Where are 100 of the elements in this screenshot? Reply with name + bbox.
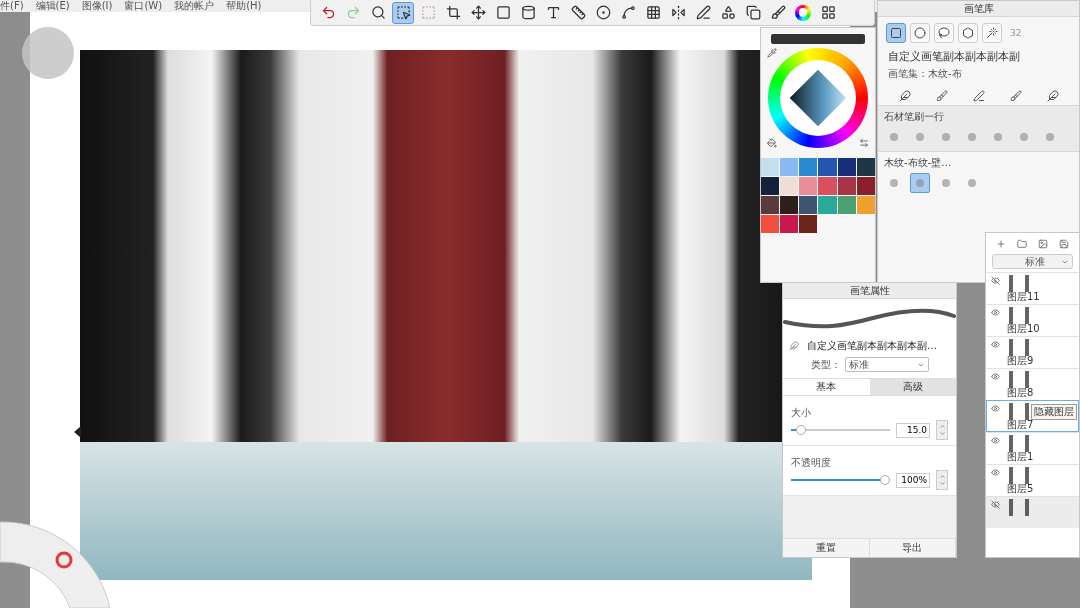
color-swatch[interactable] [856,196,875,214]
layer-row[interactable]: 图层9 [986,336,1079,368]
swap-icon[interactable] [859,138,869,148]
menu-item[interactable]: 件(F) [0,0,24,12]
slider-thumb[interactable] [796,425,807,435]
eye-off-icon[interactable] [991,276,1000,285]
color-swatch[interactable] [799,158,818,176]
copy-icon [745,5,761,20]
color-swatch[interactable] [780,177,799,195]
layer-name: 图层11 [1007,291,1040,302]
value-field[interactable]: 100% [896,472,930,488]
tab[interactable]: 高级 [869,379,956,395]
selection-button[interactable] [392,1,414,24]
color-swatch[interactable] [761,177,780,195]
layer-row[interactable]: 图层7 隐藏图层 [986,400,1079,432]
brush-icon[interactable] [1009,90,1022,102]
layer-row[interactable]: 图层11 [986,272,1079,304]
ellipse-icon [595,5,611,20]
brush-set-title: 木纹-布纹-壁… [884,156,953,170]
grid-icon [645,5,661,20]
layer-thumbnail [1009,371,1029,388]
color-swatch[interactable] [856,158,875,176]
rectangle-select-tool[interactable] [886,23,906,43]
undo-icon [320,5,336,20]
color-swatch[interactable] [780,158,799,176]
color-swatch[interactable] [761,196,780,214]
panel-title: 画笔库 [878,1,1079,17]
menu-item[interactable]: 图像(I) [81,0,113,12]
value-field[interactable]: 15.0 [896,422,930,438]
grid-squares-icon [820,5,836,20]
folder-icon[interactable] [1016,239,1027,249]
tab[interactable]: 基本 [783,379,870,395]
eye-off-icon[interactable] [991,500,1000,509]
bucket-icon[interactable] [767,138,777,148]
blend-dropdown[interactable]: 标准 [992,254,1073,269]
color-swatch[interactable] [761,215,780,233]
color-swatch[interactable] [780,215,799,233]
pen-icon[interactable] [1046,90,1059,102]
type-dropdown[interactable]: 标准 [845,357,929,372]
symmetry-icon [670,5,686,20]
square-icon [495,5,511,20]
selection-icon [395,5,411,20]
slider-thumb[interactable] [880,475,890,485]
eye-icon[interactable] [991,372,1000,381]
menu-item[interactable]: 我的帐户 [174,0,215,12]
layer-thumbnail [1009,275,1029,292]
add-icon[interactable] [995,239,1006,249]
eye-icon[interactable] [991,308,1000,317]
eye-icon[interactable] [991,340,1000,349]
brush-icon [789,341,799,351]
menu-item[interactable]: 帮助(H) [226,0,262,12]
layer-name: 图层8 [1007,387,1034,398]
panel-title: 画笔属性 [783,283,956,299]
pen-icon[interactable] [898,90,911,102]
eye-icon[interactable] [991,468,1000,477]
color-swatch[interactable] [780,196,799,214]
wand-tool[interactable] [982,23,1002,43]
color-swatch[interactable] [856,177,875,195]
layer-thumbnail [1009,435,1029,452]
cylinder-icon [520,5,536,20]
menu-item[interactable]: 窗口(W) [124,0,163,12]
pen-icon[interactable] [972,90,985,102]
layer-row[interactable]: 图层10 [986,304,1079,336]
panel-button[interactable]: 导出 [869,539,956,557]
panel-button[interactable]: 重置 [783,539,870,557]
color-swatch[interactable] [799,215,818,233]
eyedropper-icon[interactable] [767,48,777,58]
image-icon[interactable] [1038,239,1049,249]
brush-icon[interactable] [935,90,948,102]
triangle-marker-icon [74,426,81,438]
layer-row[interactable]: 图层8 [986,368,1079,400]
layer-row[interactable] [986,496,1079,528]
color-swatch[interactable] [837,196,856,214]
layer-thumbnail [1009,499,1029,516]
dashed-square-icon [420,5,436,20]
color-swatch[interactable] [837,177,856,195]
layer-thumbnail [1009,467,1029,484]
layer-thumbnail [1009,307,1029,324]
color-swatch[interactable] [818,196,837,214]
layer-row[interactable]: 图层1 [986,432,1079,464]
polygon-tool[interactable] [958,23,978,43]
color-swatch[interactable] [761,158,780,176]
save-icon[interactable] [1059,239,1070,249]
eye-icon[interactable] [991,404,1000,413]
lasso-tool[interactable] [934,23,954,43]
polygon-icon [962,27,974,39]
stroke-icon [695,5,711,20]
ellipse-select-tool[interactable] [910,23,930,43]
eye-icon[interactable] [991,436,1000,445]
color-swatch[interactable] [818,158,837,176]
layer-row[interactable]: 图层5 [986,464,1079,496]
color-swatch[interactable] [818,177,837,195]
color-swatch[interactable] [799,196,818,214]
color-swatch[interactable] [799,177,818,195]
layer-name: 图层7 [1007,419,1034,430]
wand-icon [986,27,998,39]
layer-name: 图层10 [1007,323,1040,334]
menu-item[interactable]: 编辑(E) [35,0,70,12]
brush-set-label: 画笔集：木纹-布 [887,67,963,81]
color-swatch[interactable] [837,158,856,176]
